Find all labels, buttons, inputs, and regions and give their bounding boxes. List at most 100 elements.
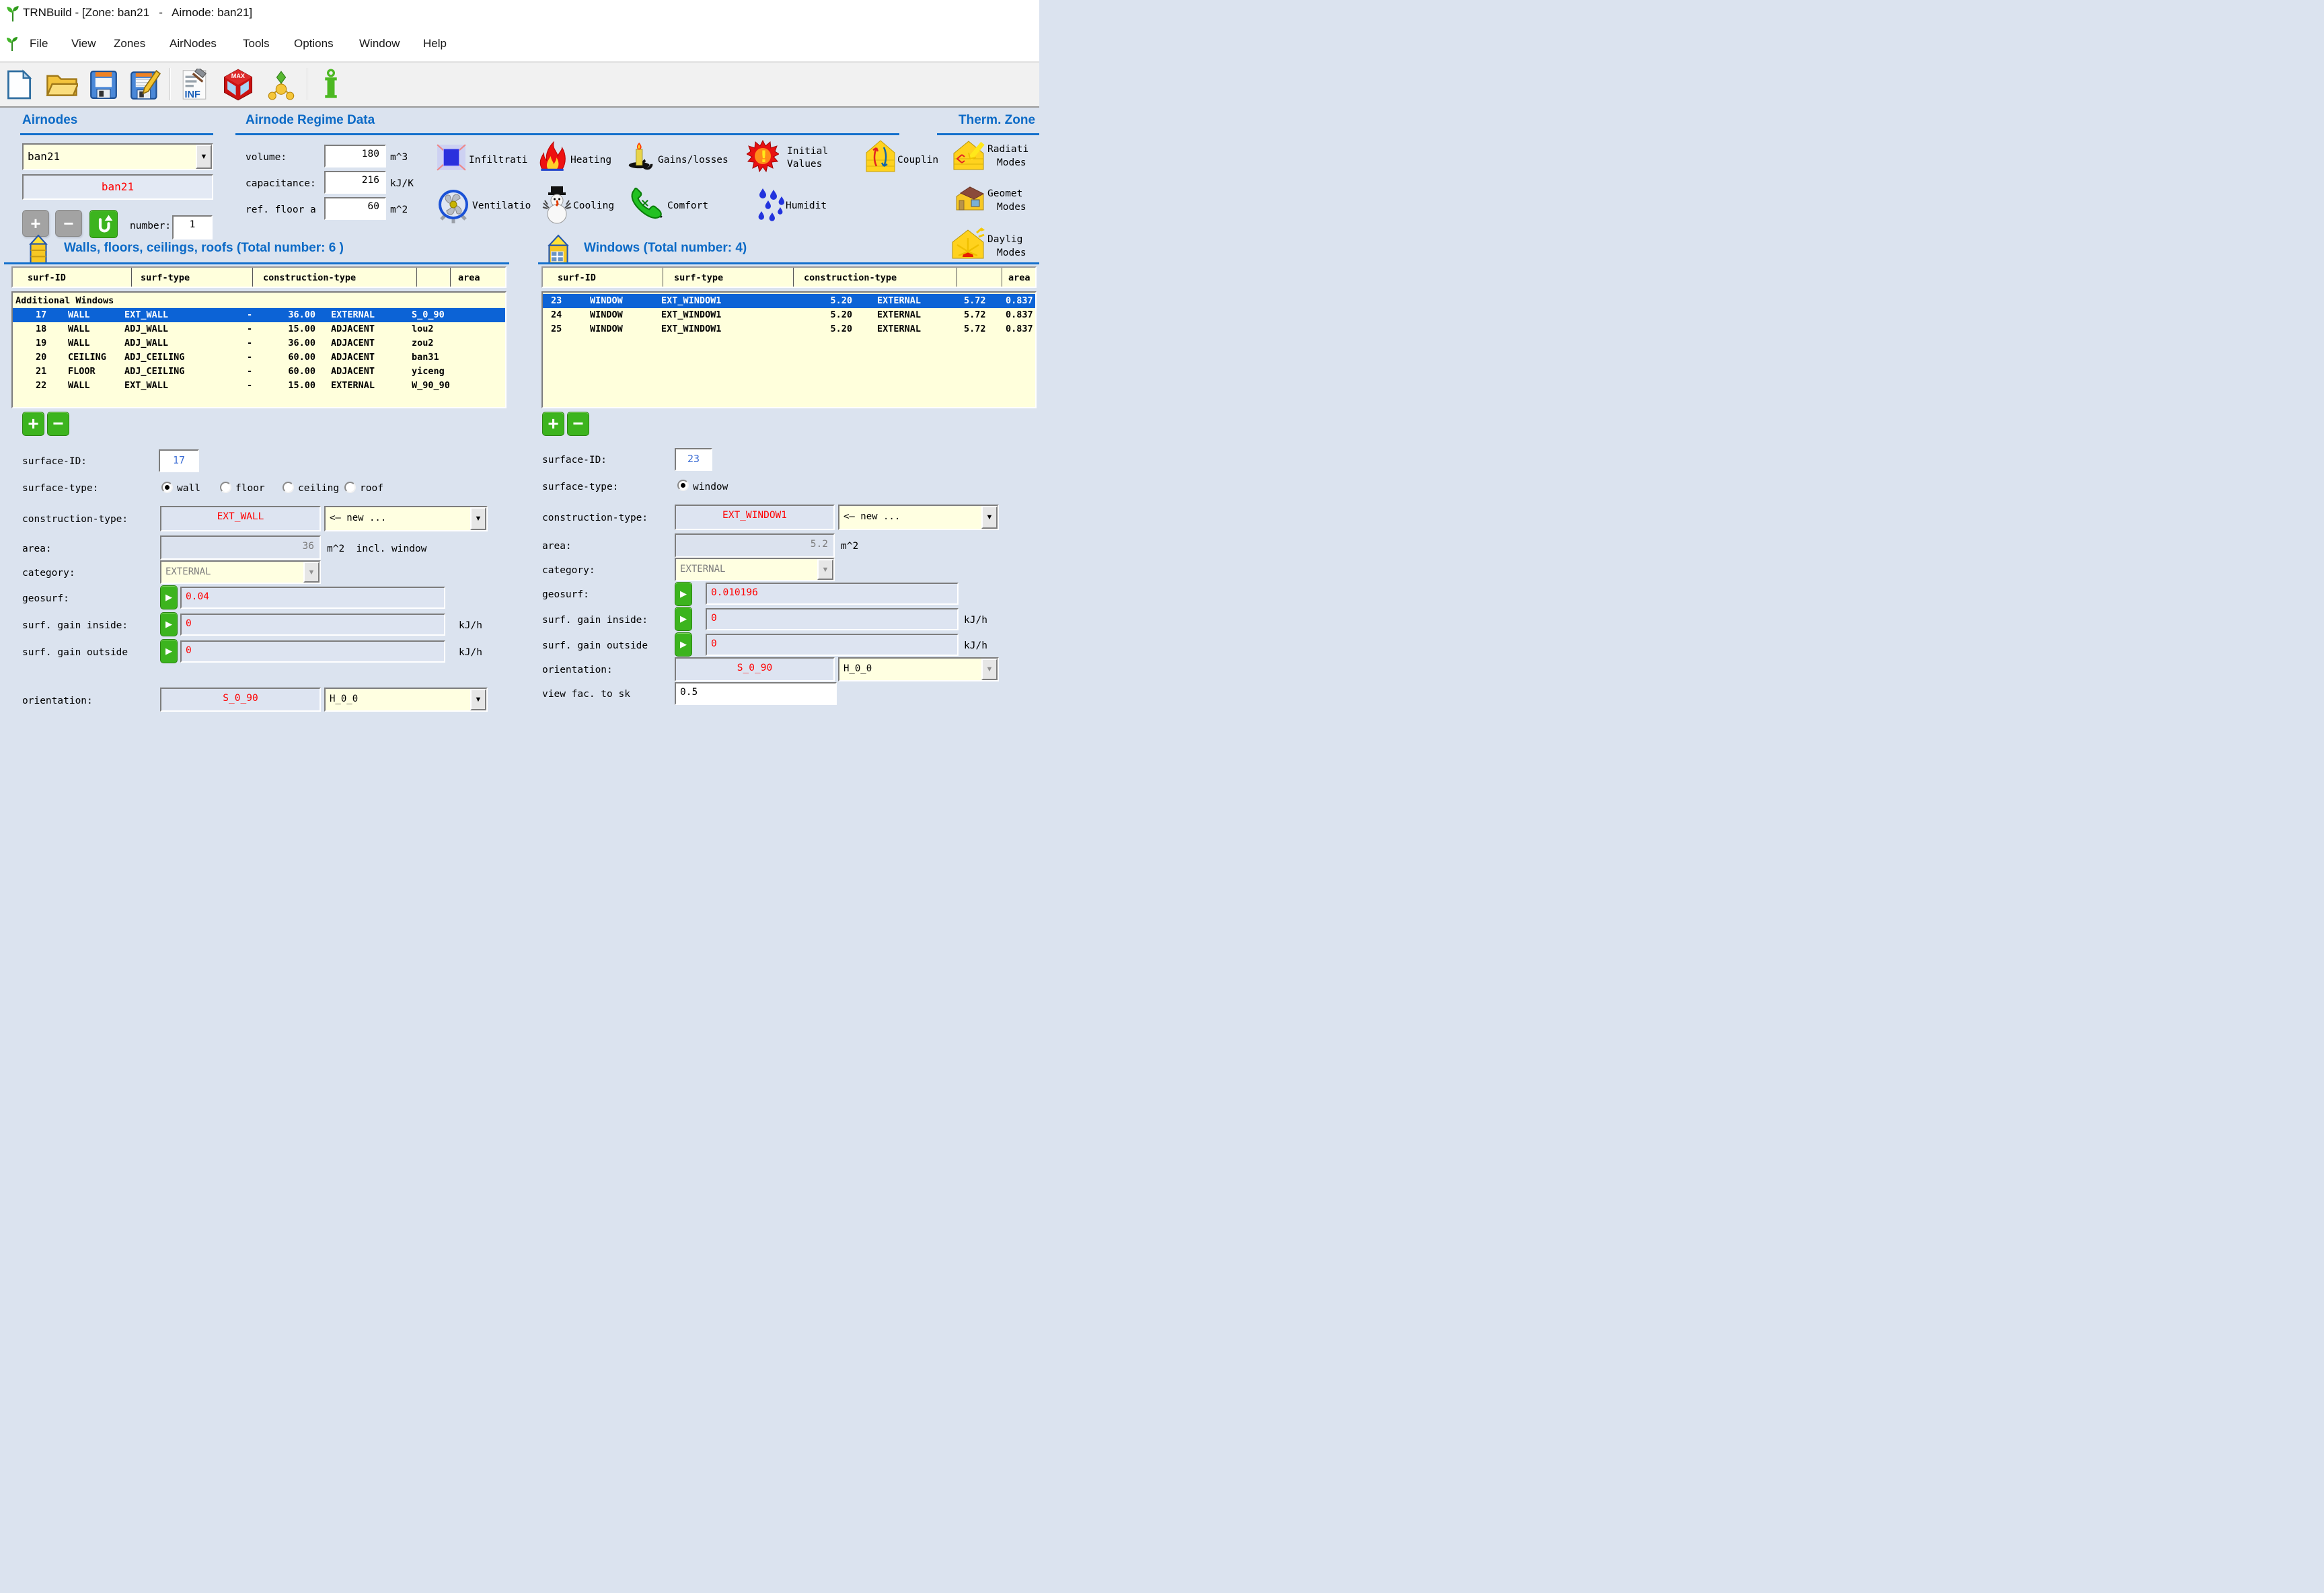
remove-window-button[interactable]: − <box>567 412 589 436</box>
menu-tools[interactable]: Tools <box>243 37 270 50</box>
ref-floor-input[interactable]: 60 <box>324 197 386 220</box>
col-surf-type[interactable]: surf-type <box>674 272 723 283</box>
window-table-row[interactable]: 24 WINDOW EXT_WINDOW1 5.20 EXTERNAL 5.72… <box>543 308 1035 322</box>
construction-type-combo[interactable]: <— new ... ▼ <box>838 505 999 530</box>
heating-button[interactable] <box>537 140 568 172</box>
play-arrow-icon: ▶ <box>165 619 172 630</box>
menu-zones[interactable]: Zones <box>114 37 145 50</box>
ventilation-button[interactable] <box>436 187 471 225</box>
col-area[interactable]: area <box>1008 272 1030 283</box>
plus-icon: + <box>548 414 558 433</box>
max-view-button[interactable]: MAX <box>221 67 256 103</box>
minus-icon: − <box>52 414 63 433</box>
surface-type-label: surface-type: <box>542 482 619 492</box>
initial-values-icon: ! <box>747 140 779 172</box>
ref-floor-label: ref. floor a <box>246 205 325 215</box>
col-surf-id[interactable]: surf-ID <box>558 272 596 283</box>
toolbar-separator <box>170 68 171 100</box>
wall-table-row[interactable]: 17 WALL EXT_WALL - 36.00 EXTERNAL S_0_90 <box>13 308 505 322</box>
volume-input[interactable]: 180 <box>324 145 386 168</box>
daylight-modes-button[interactable] <box>951 226 985 261</box>
airnode-network-button[interactable] <box>264 67 299 103</box>
radio-ceiling[interactable] <box>283 482 294 493</box>
info-button[interactable] <box>316 67 346 103</box>
number-input[interactable]: 1 <box>172 215 213 239</box>
gain-inside-field[interactable]: 0 <box>706 608 959 630</box>
geosurf-field[interactable]: 0.04 <box>180 587 445 609</box>
daylight-modes-icon <box>951 226 985 261</box>
radiation-modes-button[interactable] <box>952 139 985 172</box>
menu-file[interactable]: File <box>30 37 48 50</box>
radio-wall-label: wall <box>177 483 200 494</box>
comfort-button[interactable] <box>628 187 665 222</box>
airnode-select[interactable]: ban21 ▼ <box>22 143 213 170</box>
menu-help[interactable]: Help <box>423 37 447 50</box>
wall-table-row[interactable]: 22 WALL EXT_WALL - 15.00 EXTERNAL W_90_9… <box>13 379 505 393</box>
wall-table-row[interactable]: 21 FLOOR ADJ_CEILING - 60.00 ADJACENT yi… <box>13 365 505 379</box>
add-airnode-button[interactable]: + <box>22 210 49 237</box>
wall-table-row[interactable]: 19 WALL ADJ_WALL - 36.00 ADJACENT zou2 <box>13 336 505 350</box>
col-surf-id[interactable]: surf-ID <box>28 272 66 283</box>
save-as-button[interactable] <box>128 67 163 103</box>
initial-values-button[interactable]: ! <box>747 140 779 172</box>
gain-outside-expand-button[interactable]: ▶ <box>675 632 692 657</box>
radio-wall[interactable] <box>161 482 173 493</box>
gain-outside-label: surf. gain outside <box>22 647 128 658</box>
radio-floor-label: floor <box>235 483 265 494</box>
col-area[interactable]: area <box>458 272 480 283</box>
surface-id-field: 17 <box>159 449 199 472</box>
view-factor-input[interactable]: 0.5 <box>675 682 837 705</box>
col-surf-type[interactable]: surf-type <box>141 272 190 283</box>
geosurf-expand-button[interactable]: ▶ <box>160 585 178 609</box>
radio-roof[interactable] <box>344 482 356 493</box>
menu-options[interactable]: Options <box>294 37 334 50</box>
undo-arrow-icon <box>93 214 114 234</box>
col-construction-type[interactable]: construction-type <box>804 272 897 283</box>
gains-losses-button[interactable] <box>627 139 655 172</box>
menu-window[interactable]: Window <box>359 37 400 50</box>
gain-outside-field[interactable]: 0 <box>180 640 445 663</box>
gain-inside-expand-button[interactable]: ▶ <box>675 607 692 631</box>
open-file-button[interactable] <box>44 67 79 103</box>
capacitance-input[interactable]: 216 <box>324 171 386 194</box>
construction-type-combo[interactable]: <— new ... ▼ <box>324 506 488 531</box>
infiltration-button[interactable] <box>436 143 467 172</box>
gain-outside-expand-button[interactable]: ▶ <box>160 639 178 663</box>
daylight-modes-label2: Modes <box>997 248 1026 258</box>
regime-rule <box>235 133 899 135</box>
col-construction-type[interactable]: construction-type <box>263 272 356 283</box>
wall-table-row[interactable]: 18 WALL ADJ_WALL - 15.00 ADJACENT lou2 <box>13 322 505 336</box>
cooling-button[interactable] <box>542 184 572 225</box>
gain-inside-expand-button[interactable]: ▶ <box>160 612 178 636</box>
gain-inside-unit: kJ/h <box>964 615 987 626</box>
add-wall-button[interactable]: + <box>22 412 44 436</box>
surface-type-label: surface-type: <box>22 483 99 494</box>
geosurf-field[interactable]: 0.010196 <box>706 583 959 605</box>
area-label: area: <box>22 544 52 554</box>
coupling-button[interactable] <box>865 139 896 174</box>
wall-table-row[interactable]: 20 CEILING ADJ_CEILING - 60.00 ADJACENT … <box>13 350 505 365</box>
gain-outside-field[interactable]: 0 <box>706 634 959 656</box>
plus-icon: + <box>28 414 38 433</box>
window-table-row[interactable]: 23 WINDOW EXT_WINDOW1 5.20 EXTERNAL 5.72… <box>543 294 1035 308</box>
save-file-button[interactable] <box>86 67 121 103</box>
radio-window[interactable] <box>677 480 689 491</box>
orientation-combo[interactable]: H_0_0 ▼ <box>324 688 488 712</box>
therm-rule <box>937 133 1039 135</box>
remove-wall-button[interactable]: − <box>47 412 69 436</box>
rename-airnode-button[interactable] <box>89 210 118 238</box>
geosurf-expand-button[interactable]: ▶ <box>675 582 692 606</box>
category-label: category: <box>22 568 75 579</box>
remove-airnode-button[interactable]: − <box>55 210 82 237</box>
menu-airnodes[interactable]: AirNodes <box>170 37 217 50</box>
new-file-button[interactable] <box>1 67 36 103</box>
gain-inside-field[interactable]: 0 <box>180 614 445 636</box>
menu-view[interactable]: View <box>71 37 96 50</box>
ref-floor-unit: m^2 <box>390 205 408 215</box>
geometry-modes-button[interactable] <box>954 183 985 214</box>
generate-inf-button[interactable]: INF <box>179 67 210 103</box>
add-window-button[interactable]: + <box>542 412 564 436</box>
radio-floor[interactable] <box>220 482 231 493</box>
window-table-row[interactable]: 25 WINDOW EXT_WINDOW1 5.20 EXTERNAL 5.72… <box>543 322 1035 336</box>
humidity-button[interactable] <box>756 187 787 223</box>
